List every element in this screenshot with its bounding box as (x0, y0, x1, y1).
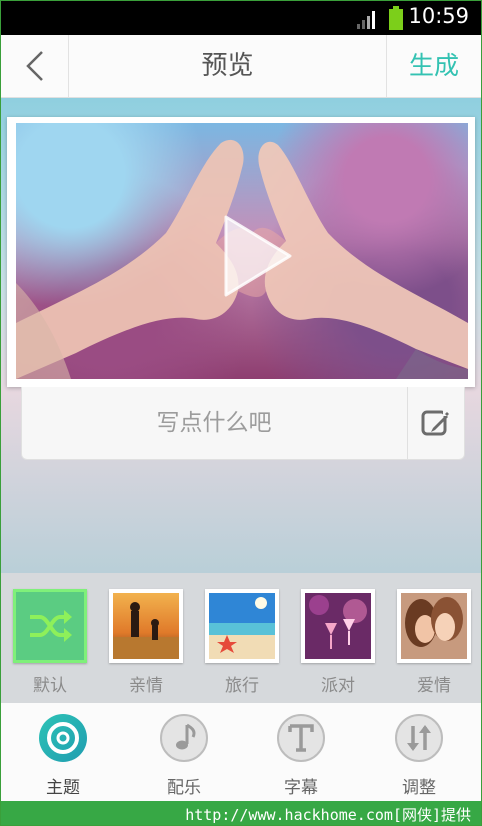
family-thumbnail (113, 593, 179, 659)
theme-thumb-party (301, 589, 375, 663)
tab-label: 调整 (402, 778, 436, 798)
travel-thumbnail (209, 593, 275, 659)
chevron-left-icon (25, 51, 43, 81)
signal-icon (357, 11, 375, 29)
tab-label: 配乐 (167, 778, 201, 798)
theme-thumb-love (397, 589, 471, 663)
theme-selector: 默认 亲情 旅行 派对 爱情 (1, 573, 481, 703)
bottom-tab-bar: 主题 配乐 字幕 调整 (1, 703, 481, 801)
tab-label: 字幕 (284, 778, 318, 798)
sort-arrows-icon (395, 714, 443, 762)
theme-item-party[interactable]: 派对 (301, 589, 375, 696)
theme-item-travel[interactable]: 旅行 (205, 589, 279, 696)
caption-placeholder[interactable]: 写点什么吧 (22, 387, 406, 459)
theme-label: 派对 (321, 676, 355, 696)
header-bar: 预览 生成 (1, 35, 481, 98)
theme-label: 亲情 (129, 676, 163, 696)
theme-thumb-family (109, 589, 183, 663)
theme-disc-icon (39, 714, 87, 762)
theme-item-love[interactable]: 爱情 (397, 589, 471, 696)
party-thumbnail (305, 593, 371, 659)
edit-caption-button[interactable] (407, 387, 464, 459)
generate-button[interactable]: 生成 (386, 35, 481, 97)
tab-music[interactable]: 配乐 (139, 713, 229, 798)
back-button[interactable] (1, 35, 69, 97)
theme-label: 默认 (33, 676, 67, 696)
video-thumbnail (16, 123, 468, 379)
love-thumbnail (401, 593, 467, 659)
theme-label: 爱情 (417, 676, 451, 696)
app-frame: 10:59 预览 生成 写点什么吧 默认 亲情 旅行 派对 爱情 主题 配乐 字… (0, 0, 482, 826)
battery-icon (389, 6, 403, 30)
theme-item-default[interactable]: 默认 (13, 589, 87, 696)
page-title: 预览 (201, 51, 254, 81)
shuffle-icon (30, 610, 72, 642)
theme-label: 旅行 (225, 676, 259, 696)
tab-adjust[interactable]: 调整 (374, 713, 464, 798)
tab-theme[interactable]: 主题 (18, 713, 108, 798)
theme-thumb-travel (205, 589, 279, 663)
music-note-icon (160, 714, 208, 762)
theme-item-family[interactable]: 亲情 (109, 589, 183, 696)
caption-box[interactable]: 写点什么吧 (21, 387, 465, 460)
tab-subtitle[interactable]: 字幕 (256, 713, 346, 798)
theme-thumb-default (13, 589, 87, 663)
edit-icon (421, 410, 449, 436)
video-preview-card[interactable] (7, 117, 475, 387)
status-time: 10:59 (408, 4, 469, 28)
text-t-icon (277, 714, 325, 762)
play-icon[interactable] (216, 211, 296, 301)
status-bar: 10:59 (1, 1, 481, 35)
tab-label: 主题 (46, 778, 80, 798)
watermark-bar: http://www.hackhome.com[网侠]提供 (1, 801, 481, 825)
watermark-text: http://www.hackhome.com[网侠]提供 (185, 806, 471, 824)
